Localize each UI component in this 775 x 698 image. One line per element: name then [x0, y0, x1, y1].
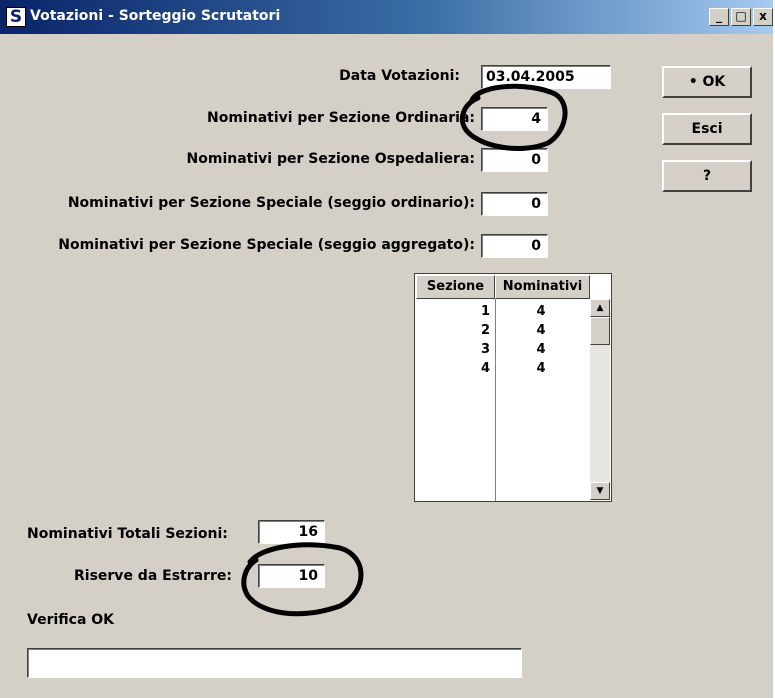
verifica-label: Verifica OK	[27, 612, 115, 628]
cell-nominativi: 4	[536, 323, 546, 338]
title-bar[interactable]: S Votazioni - Sorteggio Scrutatori _ □ x	[0, 0, 773, 34]
table-row[interactable]: 1 4	[416, 304, 590, 323]
cell-sezione: 1	[480, 304, 490, 319]
cell-nominativi: 4	[536, 342, 546, 357]
totali-field[interactable]: 16	[258, 520, 325, 544]
grid-header-sezione[interactable]: Sezione	[416, 275, 495, 299]
table-row[interactable]: 3 4	[416, 342, 590, 361]
window-title: Votazioni - Sorteggio Scrutatori	[30, 8, 281, 24]
window-controls: _ □ x	[709, 8, 773, 26]
main-window: S Votazioni - Sorteggio Scrutatori _ □ x…	[0, 0, 775, 698]
maximize-button[interactable]: □	[731, 8, 751, 26]
minimize-button[interactable]: _	[709, 8, 729, 26]
help-button[interactable]: ?	[662, 160, 752, 192]
riserve-field[interactable]: 10	[258, 564, 325, 588]
grid-scrollbar[interactable]: ▲ ▼	[590, 299, 610, 500]
riserve-label: Riserve da Estrarre:	[74, 568, 232, 584]
totali-label: Nominativi Totali Sezioni:	[27, 526, 228, 542]
sezioni-grid[interactable]: Sezione Nominativi 1 4 2 4 3 4 4 4 ▲ ▼	[414, 273, 612, 502]
cell-sezione: 4	[480, 361, 490, 376]
scroll-up-icon[interactable]: ▲	[590, 299, 610, 317]
ordinaria-label: Nominativi per Sezione Ordinaria:	[207, 110, 475, 126]
ospedaliera-label: Nominativi per Sezione Ospedaliera:	[186, 151, 475, 167]
speciale-aggregato-label: Nominativi per Sezione Speciale (seggio …	[58, 237, 475, 253]
cell-sezione: 3	[480, 342, 490, 357]
cell-nominativi: 4	[536, 304, 546, 319]
ordinaria-field[interactable]: 4	[481, 107, 548, 131]
ok-button[interactable]: • OK	[662, 66, 752, 98]
scroll-thumb[interactable]	[590, 317, 610, 345]
table-row[interactable]: 4 4	[416, 361, 590, 380]
data-votazioni-label: Data Votazioni:	[339, 68, 460, 84]
esci-button[interactable]: Esci	[662, 113, 752, 145]
speciale-aggregato-field[interactable]: 0	[481, 234, 548, 258]
speciale-ordinario-field[interactable]: 0	[481, 192, 548, 216]
close-button[interactable]: x	[753, 8, 773, 26]
app-icon: S	[6, 7, 26, 27]
scroll-down-icon[interactable]: ▼	[590, 482, 610, 500]
ospedaliera-field[interactable]: 0	[481, 148, 548, 172]
data-votazioni-field[interactable]: 03.04.2005	[481, 65, 611, 89]
grid-header-nominativi[interactable]: Nominativi	[495, 275, 590, 299]
cell-sezione: 2	[480, 323, 490, 338]
annotation-circles	[241, 83, 568, 617]
cell-nominativi: 4	[536, 361, 546, 376]
speciale-ordinario-label: Nominativi per Sezione Speciale (seggio …	[67, 195, 475, 211]
verifica-field[interactable]	[27, 648, 522, 678]
table-row[interactable]: 2 4	[416, 323, 590, 342]
